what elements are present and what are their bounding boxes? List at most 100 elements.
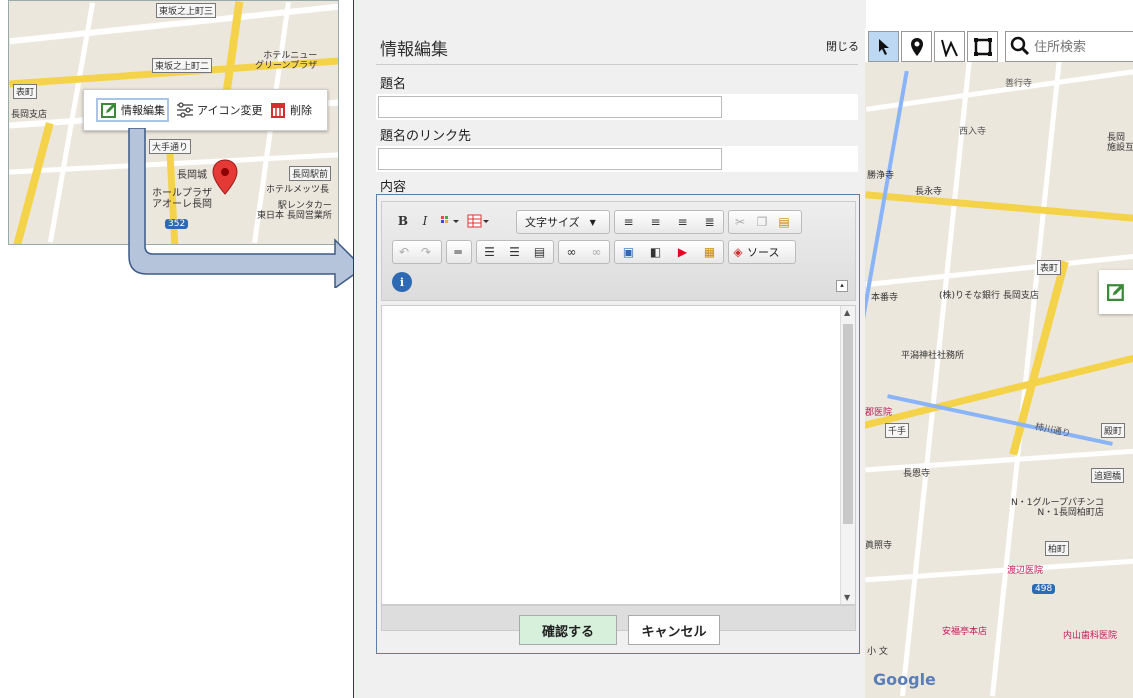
link-group: ∞ ∞ bbox=[558, 240, 610, 264]
rich-text-editor: B I 文字サイズ ▼ ≡ ≡ ≡ ≣ ✂ ❐ ▤ ↶ ↷ ═ ☰ ☰ ▤ ∞ … bbox=[376, 194, 860, 654]
address-search[interactable] bbox=[1005, 31, 1133, 62]
cancel-button[interactable]: キャンセル bbox=[628, 615, 720, 645]
marker-tool-button[interactable] bbox=[901, 31, 932, 62]
map-label: N・1グループパチンコ N・1長岡柏町店 bbox=[1011, 498, 1104, 518]
info-icon[interactable]: i bbox=[392, 272, 412, 292]
bullet-list-icon[interactable]: ☰ bbox=[502, 241, 527, 263]
polyline-tool-button[interactable] bbox=[934, 31, 965, 62]
collapse-toolbar-icon[interactable]: ▴ bbox=[836, 280, 848, 292]
numbered-list-icon[interactable]: ☰ bbox=[477, 241, 502, 263]
cut-icon[interactable]: ✂ bbox=[729, 211, 751, 233]
editor-content-area[interactable]: ▲ ▼ bbox=[381, 305, 856, 605]
google-logo: Google bbox=[873, 670, 936, 689]
address-search-input[interactable] bbox=[1032, 35, 1132, 57]
map-label: 長岡 施設互 bbox=[1107, 133, 1133, 153]
unlink-icon[interactable]: ∞ bbox=[584, 241, 609, 263]
font-size-select[interactable]: 文字サイズ ▼ bbox=[516, 210, 610, 234]
map-label: 渡辺医院 bbox=[1007, 566, 1044, 576]
close-link[interactable]: 閉じる bbox=[826, 38, 859, 54]
flash-icon[interactable]: ◧ bbox=[642, 241, 669, 263]
link-input[interactable] bbox=[378, 148, 722, 170]
undo-icon[interactable]: ↶ bbox=[393, 241, 415, 263]
river bbox=[887, 394, 1113, 446]
map-label: (株)りそな銀行 長岡支店 bbox=[939, 291, 1039, 301]
map-label: 柏町 bbox=[1045, 541, 1070, 556]
edit-icon bbox=[1107, 284, 1124, 301]
sliders-icon bbox=[176, 101, 194, 119]
map-label: 西入寺 bbox=[959, 127, 987, 137]
edit-icon bbox=[100, 101, 118, 119]
list-group: ☰ ☰ ▤ bbox=[476, 240, 554, 264]
cursor-icon bbox=[878, 38, 889, 55]
italic-icon[interactable]: I bbox=[414, 210, 436, 232]
media-group: ▣ ◧ ▶ ▦ bbox=[614, 240, 724, 264]
horizontal-rule-icon[interactable]: ═ bbox=[447, 241, 469, 263]
map-label: 東坂之上町三 bbox=[156, 3, 217, 18]
polygon-tool-button[interactable] bbox=[967, 31, 998, 62]
youtube-icon[interactable]: ▶ bbox=[669, 241, 696, 263]
link-label: 題名のリンク先 bbox=[380, 129, 472, 144]
delete-button[interactable]: 削除 bbox=[269, 98, 312, 122]
map-label: 東坂之上町二 bbox=[152, 58, 213, 73]
change-icon-label: アイコン変更 bbox=[197, 104, 263, 117]
map-label: 殿町 bbox=[1101, 423, 1126, 438]
title-input[interactable] bbox=[378, 96, 722, 118]
change-icon-button[interactable]: アイコン変更 bbox=[176, 98, 262, 122]
history-group: ↶ ↷ bbox=[392, 240, 442, 264]
map-label: 内山歯科医院 bbox=[1063, 631, 1118, 641]
map-label: 長永寺 bbox=[915, 187, 943, 197]
title-label: 題名 bbox=[380, 77, 407, 92]
source-button[interactable]: ◈ ソース bbox=[728, 240, 796, 264]
delete-label: 削除 bbox=[290, 104, 312, 117]
map-label: ホテルニュー グリーンプラザ bbox=[255, 51, 318, 71]
redo-icon[interactable]: ↷ bbox=[415, 241, 437, 263]
blockquote-icon[interactable]: ▤ bbox=[527, 241, 552, 263]
select-tool-button[interactable] bbox=[868, 31, 899, 62]
align-group: ≡ ≡ ≡ ≣ bbox=[614, 210, 724, 234]
scrollbar-thumb[interactable] bbox=[843, 324, 853, 524]
map-label: 長恩寺 bbox=[903, 469, 931, 479]
align-justify-icon[interactable]: ≣ bbox=[696, 211, 723, 233]
divider bbox=[376, 64, 858, 65]
template-icon[interactable]: ▦ bbox=[696, 241, 723, 263]
align-center-icon[interactable]: ≡ bbox=[642, 211, 669, 233]
map-popup-edit[interactable] bbox=[1099, 270, 1133, 314]
content-label: 内容 bbox=[380, 180, 407, 195]
editor-scrollbar[interactable]: ▲ ▼ bbox=[840, 306, 855, 604]
link-icon[interactable]: ∞ bbox=[559, 241, 584, 263]
scroll-down-icon[interactable]: ▼ bbox=[844, 593, 850, 602]
text-color-icon[interactable] bbox=[436, 210, 464, 232]
map-label: 千手 bbox=[885, 423, 910, 438]
map-label: 小 文 bbox=[867, 647, 888, 657]
search-icon bbox=[1010, 36, 1030, 56]
copy-icon[interactable]: ❐ bbox=[751, 211, 773, 233]
bold-icon[interactable]: B bbox=[392, 210, 414, 232]
main-map[interactable]: 善行寺 西入寺 長岡 施設互 勝浄寺 長永寺 表町 本番寺 (株)りそな銀行 長… bbox=[865, 28, 1133, 698]
table-icon[interactable] bbox=[464, 210, 492, 232]
map-label: 追廻橋 bbox=[1091, 468, 1125, 483]
scroll-up-icon[interactable]: ▲ bbox=[844, 308, 850, 317]
map-label: 平潟神社社務所 bbox=[901, 351, 965, 361]
flow-arrow bbox=[128, 128, 365, 288]
marker-popup: 情報編集 アイコン変更 削除 bbox=[83, 89, 328, 131]
polyline-icon bbox=[940, 39, 958, 57]
hr-group: ═ bbox=[446, 240, 472, 264]
edit-info-label: 情報編集 bbox=[121, 104, 165, 117]
align-left-icon[interactable]: ≡ bbox=[615, 211, 642, 233]
editor-status-bar bbox=[381, 605, 856, 631]
map-label: 表町 bbox=[13, 84, 38, 99]
clipboard-group: ✂ ❐ ▤ bbox=[728, 210, 802, 234]
image-icon[interactable]: ▣ bbox=[615, 241, 642, 263]
panel-title: 情報編集 bbox=[380, 40, 448, 60]
edit-info-button[interactable]: 情報編集 bbox=[96, 98, 169, 122]
source-icon: ◈ bbox=[733, 245, 743, 259]
map-label: 安福亭本店 bbox=[942, 627, 988, 637]
editor-toolbar: B I 文字サイズ ▼ ≡ ≡ ≡ ≣ ✂ ❐ ▤ ↶ ↷ ═ ☰ ☰ ▤ ∞ … bbox=[381, 201, 856, 301]
paste-icon[interactable]: ▤ bbox=[773, 211, 795, 233]
map-label: 勝浄寺 bbox=[867, 171, 895, 181]
route-shield: 498 bbox=[1032, 584, 1056, 594]
map-label: 善行寺 bbox=[1005, 79, 1033, 89]
map-label: 本番寺 bbox=[871, 293, 899, 303]
confirm-button[interactable]: 確認する bbox=[519, 615, 617, 645]
align-right-icon[interactable]: ≡ bbox=[669, 211, 696, 233]
